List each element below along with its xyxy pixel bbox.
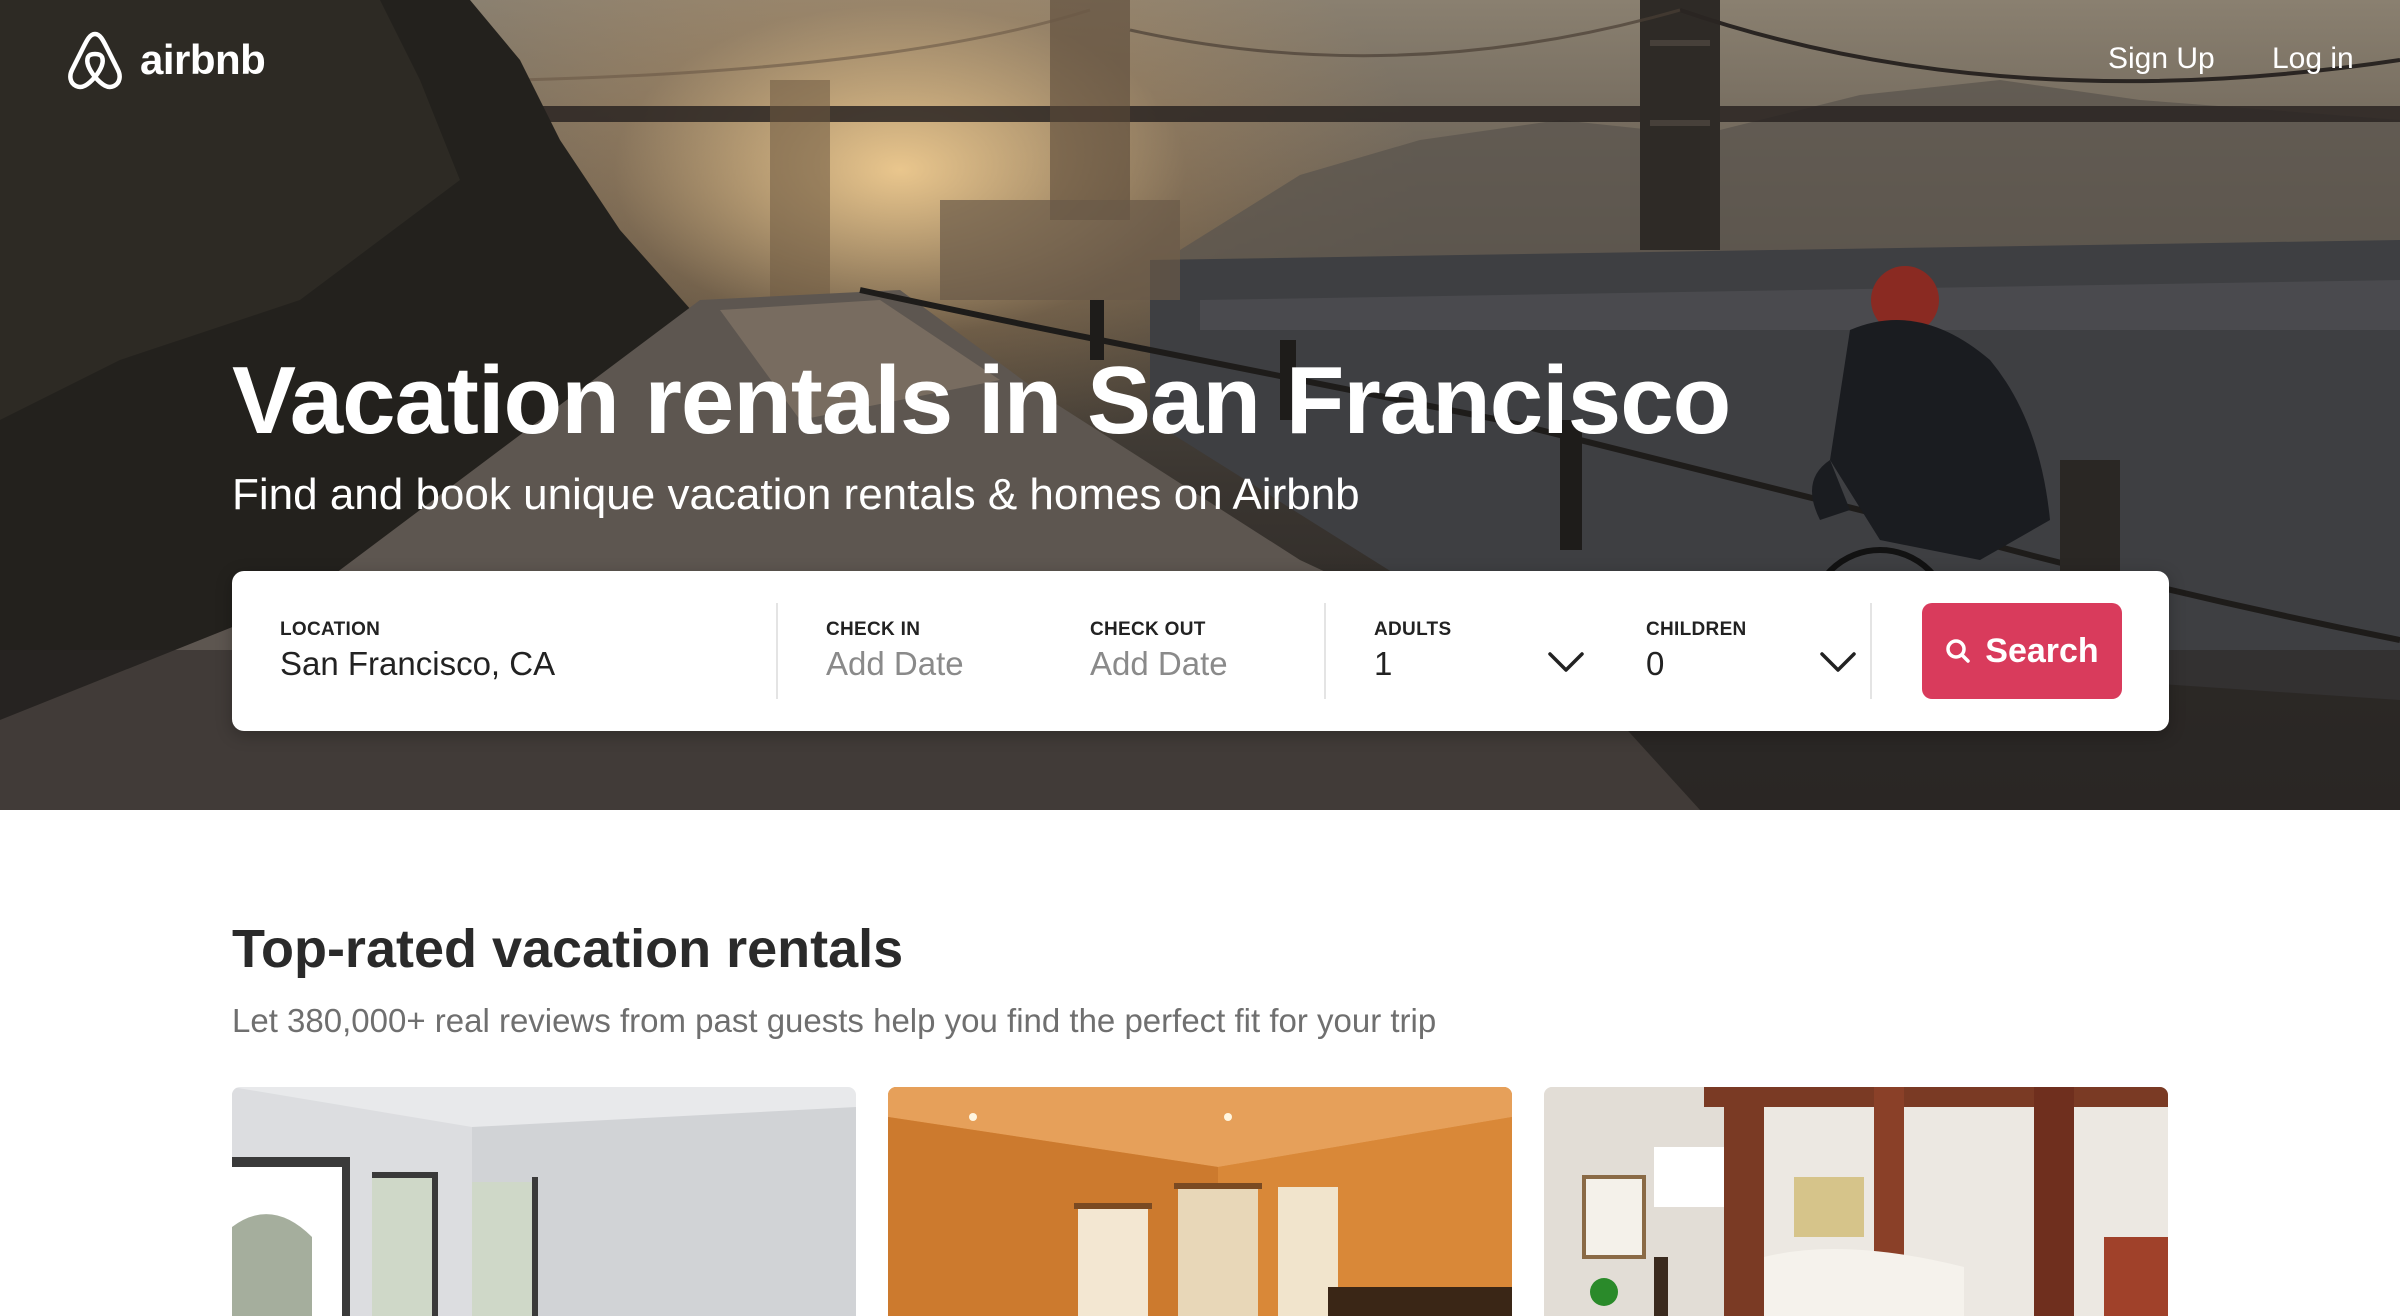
children-value: 0 — [1646, 645, 1665, 682]
brand-logo[interactable]: airbnb — [66, 30, 266, 90]
adults-select[interactable]: ADULTS 1 — [1374, 571, 1614, 731]
checkin-field[interactable]: CHECK IN Add Date — [826, 571, 1076, 731]
section-subtitle: Let 380,000+ real reviews from past gues… — [232, 1002, 1437, 1039]
brand-wordmark: airbnb — [140, 36, 266, 83]
chevron-down-icon[interactable] — [1548, 651, 1584, 673]
children-label: CHILDREN — [1646, 619, 1747, 640]
search-bar: LOCATION San Francisco, CA CHECK IN Add … — [232, 571, 2169, 731]
login-link[interactable]: Log in — [2272, 42, 2354, 76]
hero-banner: airbnb Sign Up Log in Vacation rentals i… — [0, 0, 2400, 810]
search-icon — [1946, 639, 1971, 663]
search-button[interactable]: Search — [1922, 603, 2122, 699]
listing-card[interactable] — [232, 1087, 856, 1316]
children-select[interactable]: CHILDREN 0 — [1646, 571, 1886, 731]
listing-card[interactable] — [1544, 1087, 2168, 1316]
checkin-input[interactable]: Add Date — [826, 645, 964, 683]
divider — [1324, 603, 1326, 699]
search-button-label: Search — [1985, 631, 2099, 670]
checkout-field[interactable]: CHECK OUT Add Date — [1090, 571, 1340, 731]
page-subtitle: Find and book unique vacation rentals & … — [232, 470, 1360, 519]
divider — [1870, 603, 1872, 699]
listing-photo — [232, 1087, 856, 1316]
adults-value: 1 — [1374, 645, 1393, 682]
location-field[interactable]: LOCATION San Francisco, CA — [280, 571, 750, 731]
airbnb-logo-icon — [68, 31, 122, 90]
checkin-label: CHECK IN — [826, 619, 921, 640]
listing-photo — [1544, 1087, 2168, 1316]
listing-photo — [888, 1087, 1512, 1316]
checkout-input[interactable]: Add Date — [1090, 645, 1228, 683]
location-label: LOCATION — [280, 619, 381, 640]
adults-label: ADULTS — [1374, 619, 1452, 640]
section-title: Top-rated vacation rentals — [232, 919, 904, 979]
chevron-down-icon[interactable] — [1820, 651, 1856, 673]
checkout-label: CHECK OUT — [1090, 619, 1206, 640]
page-title: Vacation rentals in San Francisco — [232, 347, 1731, 454]
signup-link[interactable]: Sign Up — [2108, 42, 2215, 76]
location-input[interactable]: San Francisco, CA — [280, 645, 555, 683]
listing-card[interactable] — [888, 1087, 1512, 1316]
divider — [776, 603, 778, 699]
